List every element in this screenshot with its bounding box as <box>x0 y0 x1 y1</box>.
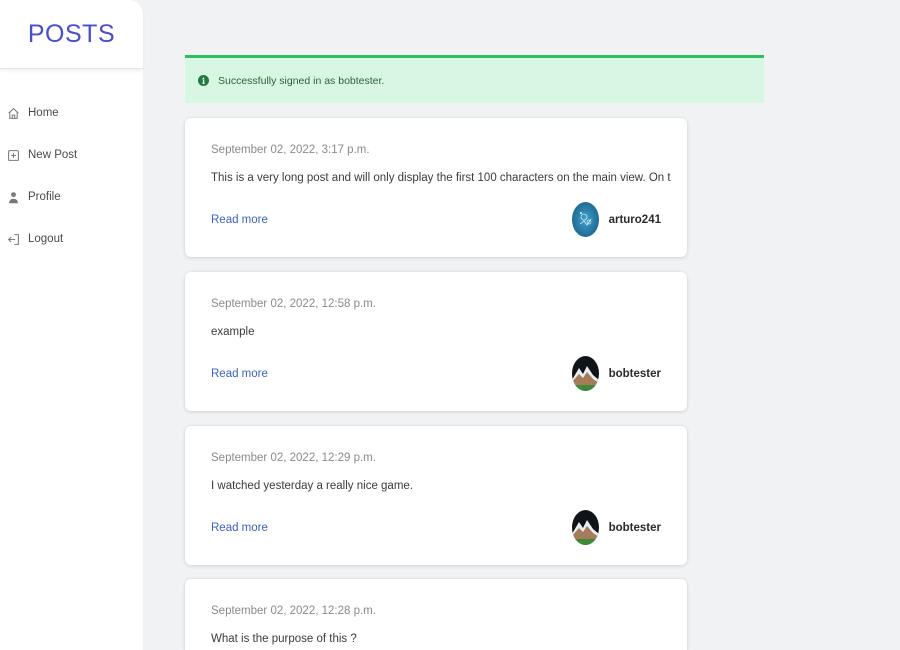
sidebar-item-new-post[interactable]: New Post <box>0 134 143 176</box>
user-icon <box>6 190 20 204</box>
sidebar-item-label: Profile <box>28 191 61 203</box>
logout-icon <box>6 232 20 246</box>
sidebar: POSTS Home New Post Profile Logout <box>0 0 143 650</box>
brand-header: POSTS <box>0 0 143 69</box>
sidebar-item-label: New Post <box>28 149 78 161</box>
post-card: September 02, 2022, 3:17 p.m. This is a … <box>185 118 687 257</box>
read-more-link[interactable]: Read more <box>211 214 268 226</box>
post-author: bobtester <box>571 356 661 391</box>
sidebar-item-label: Logout <box>28 233 64 245</box>
post-body: example <box>211 326 255 338</box>
post-card: September 02, 2022, 12:58 p.m. example R… <box>185 272 687 411</box>
home-icon <box>6 106 20 120</box>
author-name[interactable]: bobtester <box>609 522 661 534</box>
sidebar-item-profile[interactable]: Profile <box>0 176 143 218</box>
post-card: September 02, 2022, 12:28 p.m. What is t… <box>185 579 687 650</box>
avatar[interactable] <box>571 356 599 391</box>
post-date: September 02, 2022, 3:17 p.m. <box>211 144 370 156</box>
read-more-link[interactable]: Read more <box>211 368 268 380</box>
success-notification: i Successfully signed in as bobtester. <box>185 55 764 103</box>
brand-title[interactable]: POSTS <box>28 20 115 49</box>
author-name[interactable]: arturo241 <box>609 214 661 226</box>
post-date: September 02, 2022, 12:28 p.m. <box>211 605 376 617</box>
author-name[interactable]: bobtester <box>609 368 661 380</box>
notification-text: Successfully signed in as bobtester. <box>218 74 385 87</box>
post-body: This is a very long post and will only d… <box>211 172 671 184</box>
read-more-link[interactable]: Read more <box>211 522 268 534</box>
sidebar-item-logout[interactable]: Logout <box>0 218 143 260</box>
post-author: bobtester <box>571 510 661 545</box>
post-body: I watched yesterday a really nice game. <box>211 480 413 492</box>
sidebar-menu: Home New Post Profile Logout <box>0 92 143 260</box>
post-card: September 02, 2022, 12:29 p.m. I watched… <box>185 426 687 565</box>
avatar[interactable] <box>571 510 599 545</box>
sidebar-item-label: Home <box>28 107 59 119</box>
post-date: September 02, 2022, 12:29 p.m. <box>211 452 376 464</box>
sidebar-item-home[interactable]: Home <box>0 92 143 134</box>
post-date: September 02, 2022, 12:58 p.m. <box>211 298 376 310</box>
post-author: arturo241 <box>571 202 661 237</box>
main-content: i Successfully signed in as bobtester. S… <box>143 0 900 650</box>
info-icon: i <box>198 75 209 86</box>
plus-square-icon <box>6 148 20 162</box>
avatar[interactable] <box>571 202 599 237</box>
post-body: What is the purpose of this ? <box>211 633 357 645</box>
